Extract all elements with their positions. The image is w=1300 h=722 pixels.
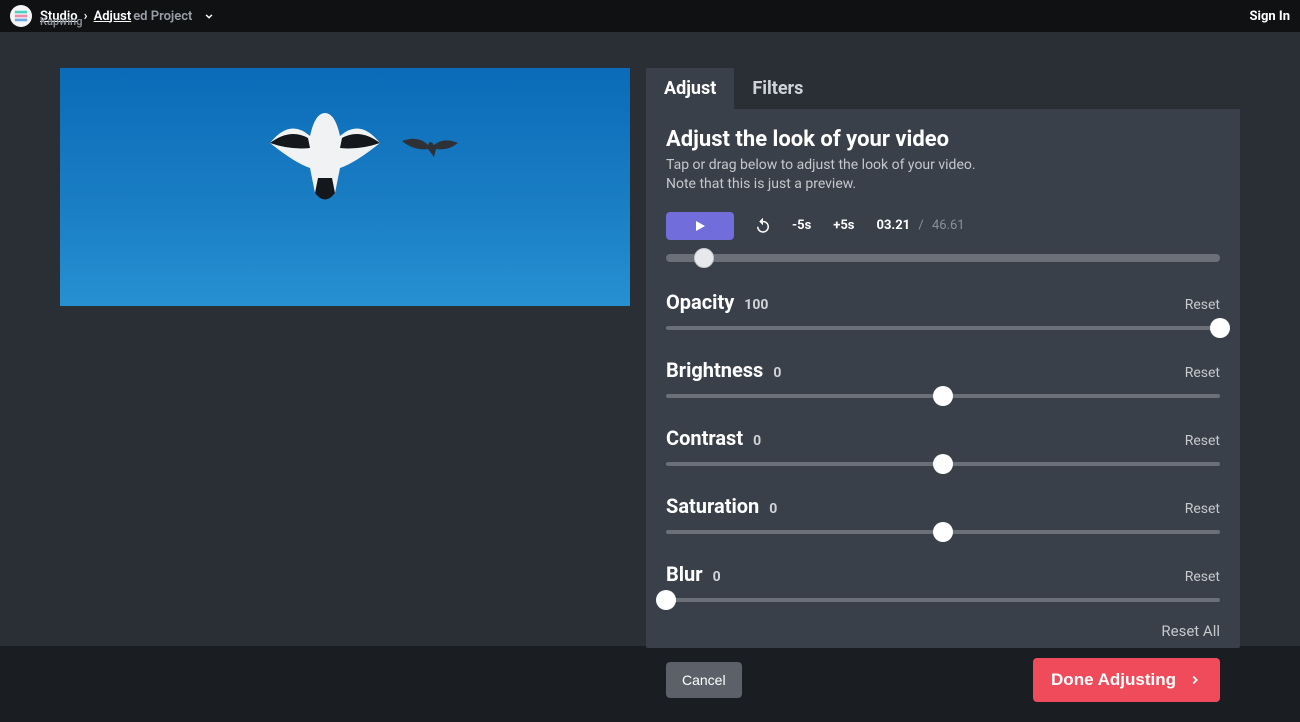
slider-track[interactable] bbox=[666, 462, 1220, 468]
slider-track[interactable] bbox=[666, 326, 1220, 332]
slider-value: 0 bbox=[753, 433, 761, 449]
slider-blur: Blur 0 Reset bbox=[666, 562, 1220, 604]
slider-reset[interactable]: Reset bbox=[1185, 365, 1220, 381]
preview-bird2-icon bbox=[400, 133, 460, 163]
top-bar: Studio › Adjust ed Project Kapwing Sign … bbox=[0, 0, 1300, 32]
video-preview[interactable] bbox=[60, 68, 630, 306]
slider-reset[interactable]: Reset bbox=[1185, 501, 1220, 517]
chevron-right-icon bbox=[1188, 673, 1202, 687]
breadcrumb-separator: › bbox=[84, 9, 88, 24]
slider-brightness: Brightness 0 Reset bbox=[666, 358, 1220, 400]
panel-subheading-1: Tap or drag below to adjust the look of … bbox=[666, 156, 1220, 175]
replay-icon bbox=[754, 217, 772, 235]
slider-reset[interactable]: Reset bbox=[1185, 569, 1220, 585]
slider-track[interactable] bbox=[666, 598, 1220, 604]
done-adjusting-button[interactable]: Done Adjusting bbox=[1033, 658, 1220, 702]
tab-filters[interactable]: Filters bbox=[734, 68, 821, 109]
reset-all-link[interactable]: Reset All bbox=[666, 622, 1220, 640]
slider-thumb[interactable] bbox=[933, 454, 953, 474]
project-name-tail: ed Project bbox=[133, 9, 192, 24]
app-logo[interactable] bbox=[10, 5, 32, 27]
slider-reset[interactable]: Reset bbox=[1185, 433, 1220, 449]
slider-reset[interactable]: Reset bbox=[1185, 297, 1220, 313]
tab-adjust[interactable]: Adjust bbox=[646, 68, 734, 109]
slider-name: Contrast bbox=[666, 426, 743, 450]
slider-thumb[interactable] bbox=[933, 386, 953, 406]
slider-track[interactable] bbox=[666, 394, 1220, 400]
slider-value: 100 bbox=[744, 297, 768, 313]
replay-button[interactable] bbox=[752, 215, 774, 237]
time-current: 03.21 bbox=[877, 218, 911, 233]
panel-subheading-2: Note that this is just a preview. bbox=[666, 175, 1220, 194]
slider-thumb[interactable] bbox=[933, 522, 953, 542]
seek-forward-5s[interactable]: +5s bbox=[833, 218, 854, 233]
preview-bird-icon bbox=[260, 108, 390, 208]
slider-track[interactable] bbox=[666, 530, 1220, 536]
slider-name: Brightness bbox=[666, 358, 763, 382]
logo-icon bbox=[14, 9, 28, 23]
slider-name: Blur bbox=[666, 562, 703, 586]
chevron-down-icon[interactable] bbox=[202, 9, 216, 23]
slider-name: Saturation bbox=[666, 494, 759, 518]
slider-value: 0 bbox=[713, 569, 721, 585]
slider-thumb[interactable] bbox=[1210, 318, 1230, 338]
breadcrumb: Studio › Adjust ed Project Kapwing bbox=[40, 9, 216, 24]
play-button[interactable] bbox=[666, 212, 734, 240]
breadcrumb-adjust[interactable]: Adjust bbox=[94, 9, 132, 24]
slider-saturation: Saturation 0 Reset bbox=[666, 494, 1220, 536]
app-name-overlay: Kapwing bbox=[40, 15, 82, 28]
time-total: 46.61 bbox=[932, 218, 965, 233]
timeline-scrubber[interactable] bbox=[666, 254, 1220, 264]
panel-heading: Adjust the look of your video bbox=[666, 127, 1220, 152]
seek-back-5s[interactable]: -5s bbox=[792, 218, 811, 233]
done-label: Done Adjusting bbox=[1051, 670, 1176, 690]
slider-name: Opacity bbox=[666, 290, 734, 314]
slider-thumb[interactable] bbox=[656, 590, 676, 610]
slider-opacity: Opacity 100 Reset bbox=[666, 290, 1220, 332]
playback-controls: -5s +5s 03.21 / 46.61 bbox=[666, 212, 1220, 240]
sign-in-link[interactable]: Sign In bbox=[1250, 9, 1290, 24]
tab-bar: Adjust Filters bbox=[646, 68, 1240, 109]
cancel-button[interactable]: Cancel bbox=[666, 662, 742, 698]
slider-contrast: Contrast 0 Reset bbox=[666, 426, 1220, 468]
slider-value: 0 bbox=[769, 501, 777, 517]
slider-value: 0 bbox=[773, 365, 781, 381]
adjust-panel: Adjust Filters Adjust the look of your v… bbox=[646, 68, 1240, 648]
timeline-thumb[interactable] bbox=[694, 248, 714, 268]
play-icon bbox=[694, 220, 706, 232]
timecode: 03.21 / 46.61 bbox=[877, 218, 965, 233]
